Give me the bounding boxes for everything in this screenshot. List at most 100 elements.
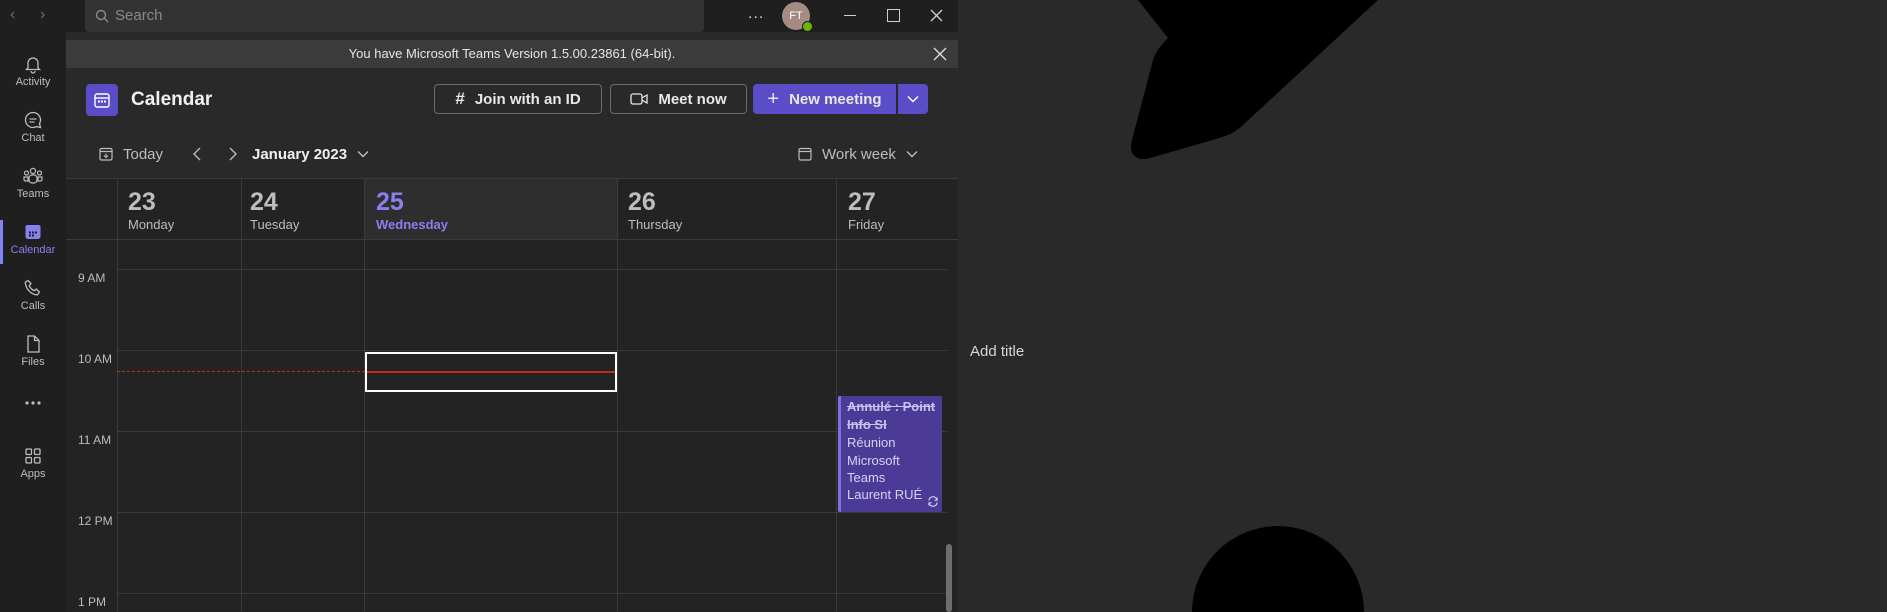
chat-icon — [24, 111, 42, 129]
column-divider — [117, 178, 118, 612]
maximize-icon[interactable] — [887, 9, 900, 22]
hour-line — [117, 512, 947, 513]
add-title-label[interactable]: Add title — [970, 343, 1024, 360]
day-number: 23 — [128, 188, 156, 216]
day-name: Monday — [128, 217, 175, 232]
today-label: Today — [123, 145, 164, 163]
rail-item-calls[interactable]: Calls — [0, 270, 66, 326]
rail-item-activity[interactable]: Activity — [0, 46, 66, 102]
view-switcher[interactable]: Work week — [798, 143, 918, 165]
rail-label: Calendar — [10, 244, 56, 256]
rail-label: Files — [21, 356, 45, 368]
day-header-thursday[interactable]: 26 Thursday — [618, 178, 836, 238]
calendar-view-icon — [798, 147, 812, 161]
day-name: Thursday — [628, 217, 683, 232]
time-label: 10 AM — [78, 352, 113, 366]
apps-icon — [25, 448, 41, 464]
chevron-down-icon — [907, 95, 919, 103]
today-button[interactable]: Today — [99, 143, 163, 165]
column-divider — [364, 178, 365, 612]
hash-icon: # — [455, 89, 465, 108]
calendar-header: Calendar # Join with an ID Meet now + Ne… — [66, 68, 958, 178]
time-label: 12 PM — [78, 514, 113, 528]
video-camera-icon — [630, 93, 648, 105]
column-divider — [241, 178, 242, 612]
back-arrow-icon[interactable]: ‹ — [10, 6, 15, 24]
rail-label: Teams — [16, 188, 50, 200]
plus-icon: + — [767, 87, 780, 110]
version-banner: You have Microsoft Teams Version 1.5.00.… — [66, 40, 958, 68]
join-label: Join with an ID — [474, 90, 581, 108]
month-picker[interactable]: January 2023 — [252, 143, 369, 165]
search-icon — [95, 9, 109, 23]
close-window-icon[interactable] — [930, 9, 943, 22]
day-header-monday[interactable]: 23 Monday — [117, 178, 240, 238]
event-title: Annulé : Point Info SI — [847, 399, 936, 432]
join-with-id-button[interactable]: # Join with an ID — [434, 84, 602, 114]
rail-item-more[interactable] — [0, 390, 66, 420]
day-header-tuesday[interactable]: 24 Tuesday — [241, 178, 364, 238]
calendar-today-icon — [99, 147, 113, 161]
app-rail: Activity Chat Teams Calendar Calls Files… — [0, 32, 66, 612]
rail-item-apps[interactable]: Apps — [0, 438, 66, 494]
pen-shape-graphic — [1130, 0, 1378, 612]
calendar-event[interactable]: Annulé : Point Info SI Réunion Microsoft… — [838, 396, 942, 512]
day-name: Tuesday — [250, 217, 300, 232]
right-panel: Add title — [958, 0, 1887, 612]
calendar-grid: 23 Monday 24 Tuesday 25 Wednesday 26 Thu… — [66, 178, 958, 612]
rail-label: Activity — [15, 76, 51, 88]
grid-divider — [66, 239, 958, 240]
event-location-line: Microsoft — [847, 453, 900, 468]
status-badge — [802, 21, 813, 32]
column-divider — [836, 178, 837, 612]
more-options-icon[interactable]: ... — [748, 5, 764, 23]
new-meeting-button[interactable]: + New meeting — [753, 84, 896, 114]
forward-arrow-icon[interactable]: › — [40, 6, 45, 24]
day-header-friday[interactable]: 27 Friday — [837, 178, 947, 238]
rail-item-calendar[interactable]: Calendar — [0, 214, 66, 270]
scrollbar[interactable] — [946, 544, 952, 612]
event-location-line: Réunion — [847, 435, 896, 450]
teams-icon — [23, 167, 43, 184]
rail-item-chat[interactable]: Chat — [0, 102, 66, 158]
column-divider — [617, 178, 618, 612]
event-organizer: Laurent RUÉ — [847, 487, 923, 502]
hour-line — [117, 431, 947, 432]
page-title: Calendar — [131, 89, 213, 110]
phone-icon — [24, 279, 41, 296]
search-input[interactable]: Search — [85, 0, 704, 32]
chevron-down-icon — [906, 151, 918, 158]
rail-item-files[interactable]: Files — [0, 326, 66, 382]
search-placeholder: Search — [115, 7, 163, 24]
more-dots-icon — [25, 401, 41, 405]
day-name: Friday — [848, 217, 885, 232]
avatar[interactable]: FT — [782, 2, 813, 32]
close-icon[interactable] — [933, 47, 947, 61]
time-label: 9 AM — [78, 271, 106, 285]
new-meeting-dropdown-button[interactable] — [898, 84, 928, 114]
day-header-wednesday[interactable]: 25 Wednesday — [365, 178, 617, 238]
calendar-icon — [25, 225, 41, 239]
chevron-down-icon — [357, 151, 369, 158]
next-week-icon[interactable] — [228, 147, 238, 161]
rail-item-teams[interactable]: Teams — [0, 158, 66, 214]
minimize-icon[interactable] — [844, 15, 856, 16]
rail-label: Chat — [21, 132, 45, 144]
bell-icon — [24, 57, 42, 74]
calendar-app-icon — [86, 84, 118, 116]
previous-week-icon[interactable] — [192, 147, 202, 161]
meet-label: Meet now — [658, 90, 727, 108]
avatar-initials: FT — [789, 10, 803, 22]
day-name: Wednesday — [376, 217, 449, 232]
event-location-line: Teams — [847, 470, 886, 485]
day-number: 26 — [628, 188, 656, 216]
meet-now-button[interactable]: Meet now — [610, 84, 747, 114]
day-number: 27 — [848, 188, 876, 216]
selected-time-slot[interactable] — [365, 352, 617, 392]
title-bar: ‹ › Search ... FT — [0, 0, 958, 32]
day-number: 24 — [250, 188, 278, 216]
view-label: Work week — [822, 145, 896, 163]
hour-line — [117, 593, 947, 594]
rail-label: Calls — [20, 300, 46, 312]
day-number: 25 — [376, 188, 404, 216]
